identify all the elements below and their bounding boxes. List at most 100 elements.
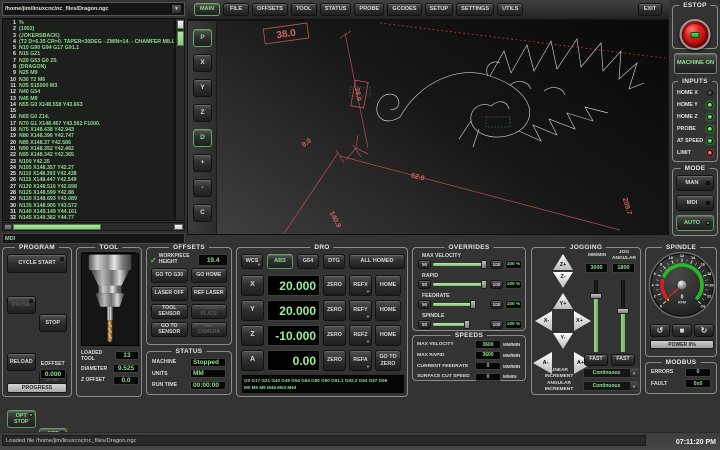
spindle-forward-button[interactable]: ↻	[694, 324, 714, 337]
gcode-vertical-scrollbar[interactable]	[175, 18, 185, 221]
view-button-y[interactable]: Y	[193, 79, 212, 97]
jog-xplus-button[interactable]: X+	[574, 311, 591, 331]
optional-stop-button[interactable]: OPT STOP	[7, 410, 36, 428]
jog-x--button[interactable]: X-	[535, 311, 552, 331]
menu-item-file[interactable]: FILE	[223, 3, 249, 16]
override-slider[interactable]	[433, 320, 488, 329]
view-button-plus[interactable]: +	[193, 154, 212, 172]
angular-increment-combobox[interactable]: Continuous▼	[583, 381, 639, 391]
override-min-button[interactable]: 50	[418, 300, 431, 309]
scroll-left-button[interactable]	[4, 224, 12, 230]
menu-item-probe[interactable]: PROBE	[354, 3, 384, 16]
override-slider-handle[interactable]	[481, 280, 487, 289]
override-slider[interactable]	[433, 260, 488, 269]
zero-a-button[interactable]: ZERO	[323, 350, 346, 371]
gcode-horizontal-scrollbar[interactable]	[2, 222, 185, 231]
dro-header-g54[interactable]: G54	[297, 254, 319, 269]
override-slider-handle[interactable]	[481, 260, 487, 269]
gcode-file-combobox[interactable]: /home/jim/linuxcnc/nc_files/Dragon.ngc ▼	[2, 2, 185, 16]
axis-select-x[interactable]: X	[241, 275, 264, 296]
ref-laser-button[interactable]: REF LASER	[191, 286, 228, 301]
override-max-button[interactable]: 100	[490, 260, 503, 269]
jog-y--button[interactable]: Y-	[553, 333, 573, 349]
menu-item-gcodes[interactable]: GCODES	[387, 3, 421, 16]
chevron-down-icon[interactable]: ▼	[171, 4, 182, 14]
gcode-preview-area[interactable]: 38.0 38.0 0.0 140.9 62.9 209.7 PXYZD+-C	[187, 20, 669, 235]
pause-button[interactable]: PAUSE	[7, 296, 36, 314]
home-x-button[interactable]: HOME	[375, 275, 401, 296]
jog-z--button[interactable]: Z-	[553, 272, 573, 288]
view-button-c[interactable]: C	[193, 204, 212, 222]
vertical-scroll-thumb[interactable]	[177, 31, 184, 46]
override-slider[interactable]	[433, 280, 488, 289]
touch-plate-button[interactable]: TOUCH PLATE	[191, 304, 228, 319]
dro-header-wcs[interactable]: WCS▼	[241, 254, 263, 269]
view-button-x[interactable]: X	[193, 54, 212, 72]
override-slider[interactable]	[433, 300, 488, 309]
jog-linear-fast-button[interactable]: FAST	[584, 354, 608, 366]
scroll-up-button[interactable]	[177, 20, 184, 29]
dro-header-all-homed[interactable]: ALL HOMED	[349, 254, 405, 269]
view-button-p[interactable]: P	[193, 29, 212, 47]
horizontal-scroll-thumb[interactable]	[13, 224, 101, 230]
scroll-right-button[interactable]	[174, 224, 183, 230]
mode-button-mdi[interactable]: MDI	[676, 195, 714, 211]
dro-header-dtg[interactable]: DTG	[323, 254, 345, 269]
home-y-button[interactable]: HOME	[375, 300, 401, 321]
override-max-button[interactable]: 100	[490, 300, 503, 309]
override-max-button[interactable]: 100	[490, 320, 503, 329]
tool-sensor-button[interactable]: TOOL SENSOR	[151, 304, 188, 319]
override-min-button[interactable]: 50	[418, 280, 431, 289]
jog-angular-fast-button[interactable]: FAST	[611, 354, 635, 366]
jog-linear-slider-handle[interactable]	[590, 293, 602, 299]
laser-off-button[interactable]: LASER OFF	[151, 286, 188, 301]
ref-camera-button[interactable]: REF CAMERA	[191, 322, 228, 337]
go-to-sensor-button[interactable]: GO TO SENSOR	[151, 322, 188, 337]
estop-button[interactable]	[680, 19, 711, 50]
override-slider-handle[interactable]	[470, 300, 476, 309]
ref-z-button[interactable]: REFZ▼	[349, 325, 372, 346]
view-button-d[interactable]: D	[193, 129, 212, 147]
menu-item-setup[interactable]: SETUP	[425, 3, 454, 16]
stop-button[interactable]: STOP	[39, 314, 68, 332]
reload-button[interactable]: RELOAD	[7, 353, 36, 371]
ref-x-button[interactable]: REFX▼	[349, 275, 372, 296]
zero-x-button[interactable]: ZERO	[323, 275, 346, 296]
axis-select-z[interactable]: Z	[241, 325, 264, 346]
linear-increment-combobox[interactable]: Continuous▼	[583, 368, 639, 378]
menu-item-status[interactable]: STATUS	[320, 3, 352, 16]
spindle-stop-button[interactable]: ■	[672, 324, 692, 337]
cycle-start-button[interactable]: CYCLE START	[7, 254, 67, 273]
mode-button-auto[interactable]: AUTO	[676, 215, 714, 231]
view-button--[interactable]: -	[193, 179, 212, 197]
gcode-line[interactable]: 32N145 X149.382 Y44.77	[3, 215, 174, 221]
menu-item-settings[interactable]: SETTINGS	[456, 3, 494, 16]
dro-header-abs[interactable]: ABS	[267, 254, 293, 269]
axis-select-y[interactable]: Y	[241, 300, 264, 321]
mode-button-man[interactable]: MAN	[676, 175, 714, 191]
home-z-button[interactable]: HOME	[375, 325, 401, 346]
jog-angular-slider-handle[interactable]	[617, 308, 629, 314]
zero-z-button[interactable]: ZERO	[323, 325, 346, 346]
spindle-reverse-button[interactable]: ↺	[650, 324, 670, 337]
go-home-button[interactable]: GO HOME	[191, 268, 228, 283]
menu-item-utils[interactable]: UTILS	[497, 3, 523, 16]
mdi-input[interactable]: MDI	[2, 233, 185, 244]
override-max-button[interactable]: 100	[490, 280, 503, 289]
exit-button[interactable]: EXIT	[638, 3, 662, 16]
ref-a-button[interactable]: REFA▼	[349, 350, 372, 371]
go-to-g30-button[interactable]: GO TO G30	[151, 268, 188, 283]
override-min-button[interactable]: 50	[418, 320, 431, 329]
jog-yplus-button[interactable]: Y+	[553, 293, 573, 309]
menu-item-offsets[interactable]: OFFSETS	[252, 3, 288, 16]
override-min-button[interactable]: 50	[418, 260, 431, 269]
zero-y-button[interactable]: ZERO	[323, 300, 346, 321]
view-button-z[interactable]: Z	[193, 104, 212, 122]
menu-item-tool[interactable]: TOOL	[291, 3, 317, 16]
override-slider-handle[interactable]	[464, 320, 470, 329]
menu-item-main[interactable]: MAIN	[194, 3, 220, 16]
jog-zplus-button[interactable]: Z+	[553, 254, 573, 270]
home-a-button[interactable]: GO TO ZERO	[375, 350, 401, 371]
axis-select-a[interactable]: A	[241, 350, 264, 371]
ref-y-button[interactable]: REFY▼	[349, 300, 372, 321]
